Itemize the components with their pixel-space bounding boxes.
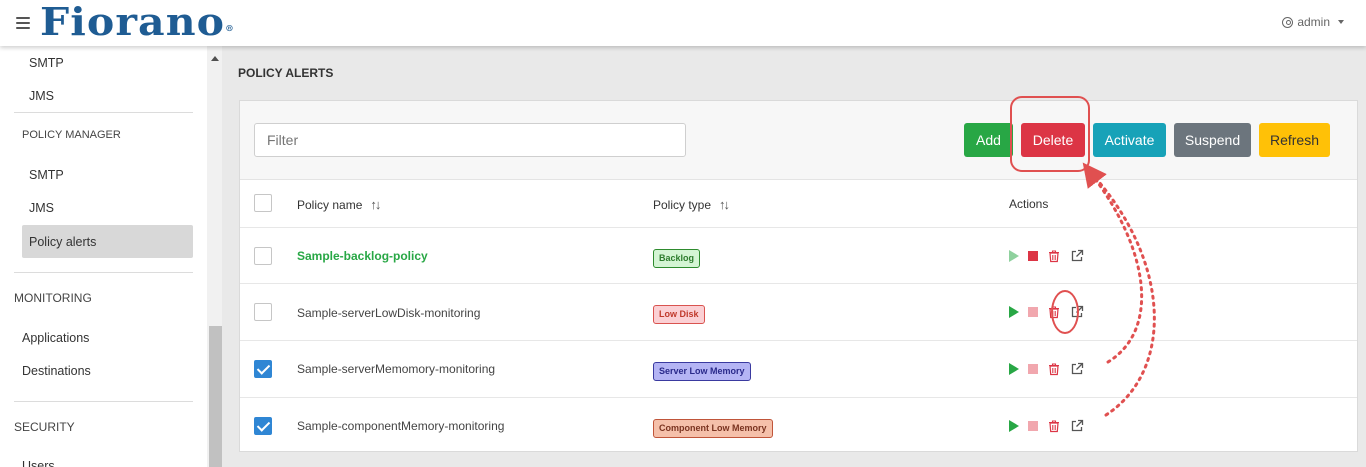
suspend-icon[interactable] bbox=[1028, 307, 1038, 317]
policy-name[interactable]: Sample-componentMemory-monitoring bbox=[297, 419, 504, 433]
table-row[interactable]: Sample-backlog-policy Backlog bbox=[240, 228, 1357, 284]
sidebar-divider bbox=[14, 401, 193, 402]
column-header-policy-type[interactable]: Policy type ↑↓ bbox=[653, 197, 730, 212]
policy-alerts-card: Add Delete Activate Suspend Refresh Poli… bbox=[239, 100, 1358, 452]
sort-icon[interactable]: ↑↓ bbox=[719, 197, 730, 212]
delete-button-highlight bbox=[1010, 96, 1090, 172]
column-header-policy-name[interactable]: Policy name ↑↓ bbox=[297, 197, 381, 212]
sidebar-item-policy-jms[interactable]: JMS bbox=[29, 201, 54, 215]
sidebar-item-smtp-top[interactable]: SMTP bbox=[29, 56, 64, 70]
user-menu[interactable]: admin bbox=[1282, 15, 1344, 29]
activate-icon[interactable] bbox=[1009, 250, 1019, 262]
sidebar-item-destinations[interactable]: Destinations bbox=[22, 364, 91, 378]
policy-type-badge: Low Disk bbox=[653, 305, 705, 324]
row-checkbox[interactable] bbox=[254, 360, 272, 378]
suspend-icon[interactable] bbox=[1028, 421, 1038, 431]
activate-icon[interactable] bbox=[1009, 306, 1019, 318]
sidebar-heading-monitoring[interactable]: MONITORING bbox=[14, 291, 92, 305]
policy-name[interactable]: Sample-serverMemomory-monitoring bbox=[297, 362, 495, 376]
suspend-icon[interactable] bbox=[1028, 251, 1038, 261]
external-link-icon[interactable] bbox=[1070, 249, 1084, 263]
sidebar-item-policy-alerts[interactable]: Policy alerts bbox=[29, 235, 96, 249]
policy-type-badge: Server Low Memory bbox=[653, 362, 751, 381]
brand-name: Fiorano bbox=[40, 0, 226, 44]
trash-icon[interactable] bbox=[1047, 249, 1061, 263]
activate-button[interactable]: Activate bbox=[1093, 123, 1166, 157]
table-row[interactable]: Sample-componentMemory-monitoring Compon… bbox=[240, 398, 1357, 452]
trash-icon-highlight bbox=[1051, 290, 1079, 334]
suspend-icon[interactable] bbox=[1028, 364, 1038, 374]
sidebar-heading-policy-manager[interactable]: POLICY MANAGER bbox=[22, 129, 121, 141]
sidebar-item-users[interactable]: Users bbox=[22, 459, 55, 467]
policy-type-badge: Component Low Memory bbox=[653, 419, 773, 438]
trademark-symbol: ® bbox=[225, 23, 235, 33]
hamburger-menu-icon[interactable] bbox=[16, 17, 30, 29]
table-header-row: Policy name ↑↓ Policy type ↑↓ Actions bbox=[240, 180, 1357, 228]
sort-icon[interactable]: ↑↓ bbox=[370, 197, 381, 212]
add-button[interactable]: Add bbox=[964, 123, 1013, 157]
sidebar-item-applications[interactable]: Applications bbox=[22, 331, 89, 345]
top-bar: Fiorano® admin bbox=[0, 0, 1366, 46]
table-row[interactable]: Sample-serverMemomory-monitoring Server … bbox=[240, 341, 1357, 398]
sidebar-divider bbox=[14, 112, 193, 113]
sidebar-scrollbar-thumb[interactable] bbox=[209, 326, 222, 467]
trash-icon[interactable] bbox=[1047, 419, 1061, 433]
sidebar-heading-security[interactable]: SECURITY bbox=[14, 420, 75, 434]
trash-icon[interactable] bbox=[1047, 362, 1061, 376]
sidebar-item-jms-top[interactable]: JMS bbox=[29, 89, 54, 103]
sidebar-item-policy-smtp[interactable]: SMTP bbox=[29, 168, 64, 182]
select-all-checkbox[interactable] bbox=[254, 194, 272, 212]
sidebar: SMTP JMS POLICY MANAGER SMTP JMS Policy … bbox=[0, 46, 222, 467]
caret-down-icon bbox=[1338, 20, 1344, 24]
column-header-policy-type-label: Policy type bbox=[653, 198, 712, 212]
policy-type-badge: Backlog bbox=[653, 249, 701, 268]
column-header-actions: Actions bbox=[1009, 197, 1049, 211]
table-row[interactable]: Sample-serverLowDisk-monitoring Low Disk bbox=[240, 284, 1357, 341]
row-actions bbox=[1009, 419, 1084, 433]
page-title: POLICY ALERTS bbox=[238, 66, 334, 80]
row-actions bbox=[1009, 249, 1084, 263]
sidebar-divider bbox=[14, 272, 193, 273]
user-icon bbox=[1282, 16, 1294, 28]
fiorano-logo[interactable]: Fiorano® bbox=[40, 2, 235, 42]
external-link-icon[interactable] bbox=[1070, 419, 1084, 433]
scroll-up-arrow-icon[interactable] bbox=[211, 56, 219, 61]
suspend-button[interactable]: Suspend bbox=[1174, 123, 1251, 157]
user-name: admin bbox=[1297, 15, 1330, 29]
row-checkbox[interactable] bbox=[254, 247, 272, 265]
row-checkbox[interactable] bbox=[254, 417, 272, 435]
column-header-policy-name-label: Policy name bbox=[297, 198, 363, 212]
refresh-button[interactable]: Refresh bbox=[1259, 123, 1330, 157]
external-link-icon[interactable] bbox=[1070, 362, 1084, 376]
policy-name[interactable]: Sample-backlog-policy bbox=[297, 249, 428, 263]
activate-icon[interactable] bbox=[1009, 363, 1019, 375]
policy-name[interactable]: Sample-serverLowDisk-monitoring bbox=[297, 306, 480, 320]
filter-input[interactable] bbox=[254, 123, 686, 157]
main-content: POLICY ALERTS Add Delete Activate Suspen… bbox=[222, 46, 1366, 467]
row-actions bbox=[1009, 362, 1084, 376]
activate-icon[interactable] bbox=[1009, 420, 1019, 432]
card-toolbar: Add Delete Activate Suspend Refresh bbox=[240, 101, 1357, 180]
row-checkbox[interactable] bbox=[254, 303, 272, 321]
